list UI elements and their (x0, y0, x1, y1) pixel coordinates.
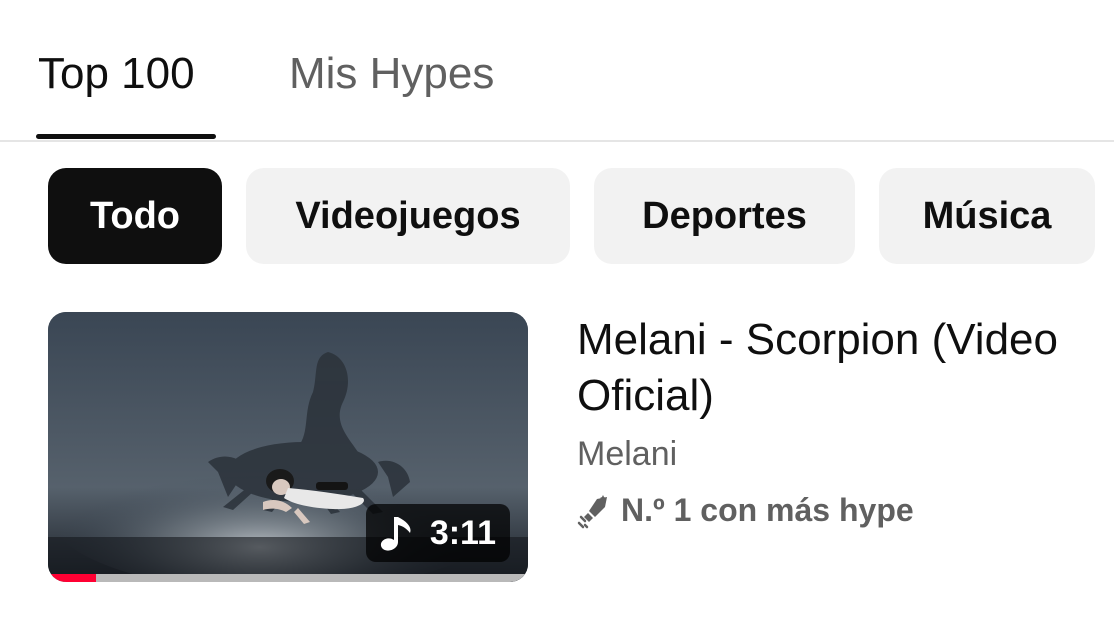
chip-todo[interactable]: Todo (48, 168, 222, 264)
music-note-icon (380, 517, 411, 551)
hype-page: Top 100 Mis Hypes Todo Videojuegos Depor… (0, 0, 1114, 627)
chip-deportes[interactable]: Deportes (594, 168, 855, 264)
video-list-item[interactable]: 3:11 Melani - Scorpion (Video Oficial) M… (0, 312, 1114, 582)
watch-progress-fill (48, 574, 96, 582)
chip-videojuegos[interactable]: Videojuegos (246, 168, 570, 264)
tab-bar: Top 100 Mis Hypes (0, 0, 1114, 142)
hype-rank-row: N.º 1 con más hype (577, 492, 1114, 529)
hype-rank-text: N.º 1 con más hype (621, 492, 914, 528)
duration-text: 3:11 (429, 513, 496, 552)
video-title[interactable]: Melani - Scorpion (Video Oficial) (577, 312, 1114, 424)
category-chips: Todo Videojuegos Deportes Música (0, 168, 1114, 264)
video-thumbnail[interactable]: 3:11 (48, 312, 528, 582)
chip-musica[interactable]: Música (879, 168, 1095, 264)
tab-top-100[interactable]: Top 100 (38, 48, 195, 100)
duration-badge: 3:11 (365, 504, 510, 562)
channel-name[interactable]: Melani (577, 432, 1114, 476)
hype-rocket-icon (577, 494, 607, 528)
video-meta: Melani - Scorpion (Video Oficial) Melani… (577, 312, 1114, 529)
watch-progress-bar (48, 574, 528, 582)
active-tab-indicator (36, 134, 216, 139)
tab-mis-hypes[interactable]: Mis Hypes (289, 48, 494, 100)
